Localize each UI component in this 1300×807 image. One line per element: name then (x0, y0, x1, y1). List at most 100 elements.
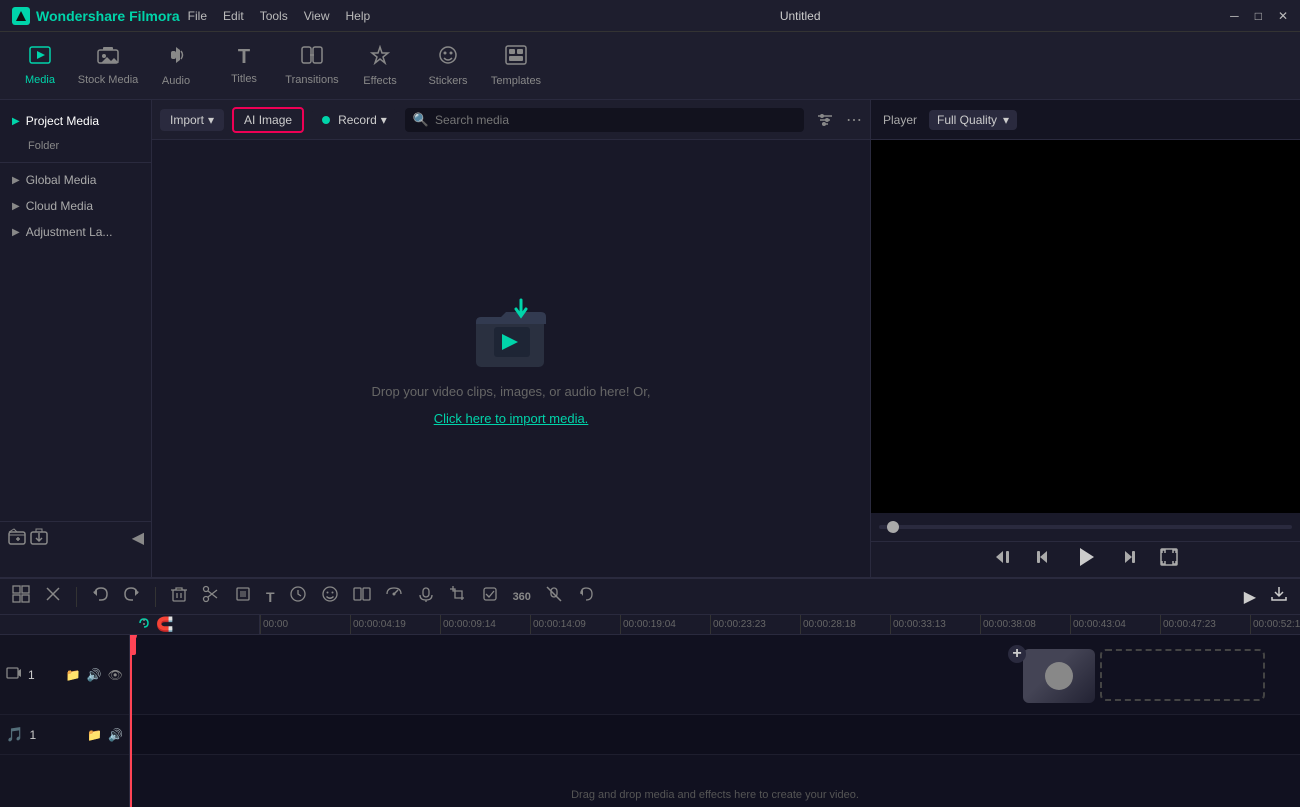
tl-scissors-btn[interactable] (198, 583, 224, 610)
tl-split-btn[interactable] (349, 583, 375, 610)
menu-view[interactable]: View (304, 9, 330, 23)
play-button[interactable] (1073, 544, 1099, 576)
media-filter-icon[interactable] (816, 111, 834, 129)
tl-cut-btn[interactable] (40, 583, 66, 610)
audio-track-folder-icon[interactable]: 📁 (87, 728, 102, 742)
skip-back-button[interactable] (993, 547, 1013, 572)
menu-tools[interactable]: Tools (260, 9, 288, 23)
sidebar-item-adjustment-layer[interactable]: ▶ Adjustment La... (0, 219, 151, 245)
sidebar: ▶ Project Media Folder ▶ Global Media ▶ … (0, 100, 152, 577)
record-dot (322, 116, 330, 124)
sidebar-item-folder[interactable]: Folder (0, 134, 151, 158)
sidebar-global-media-label: Global Media (26, 173, 97, 187)
toolbar-effects-label: Effects (363, 75, 396, 87)
video-track-speaker-icon[interactable]: 🔊 (87, 668, 102, 682)
minimize-button[interactable]: ─ (1230, 9, 1239, 23)
toolbar-titles[interactable]: T Titles (212, 38, 276, 94)
fullscreen-button[interactable] (1159, 547, 1179, 572)
scrubber-thumb[interactable] (887, 521, 899, 533)
sidebar-collapse-btn[interactable]: ◀ (132, 528, 144, 551)
sidebar-add-folder-btn[interactable] (8, 528, 26, 551)
tl-undo-btn[interactable] (87, 583, 113, 610)
toolbar-stock-media[interactable]: Stock Media (76, 38, 140, 94)
audio-icon (166, 45, 186, 71)
sidebar-sep-1 (0, 162, 151, 163)
menu-help[interactable]: Help (346, 9, 371, 23)
scrubber-bar[interactable] (879, 525, 1292, 529)
toolbar-audio[interactable]: Audio (144, 38, 208, 94)
stock-media-icon (97, 46, 119, 70)
drop-zone[interactable] (1100, 649, 1265, 701)
timeline-magnet-btn[interactable]: 🧲 (156, 616, 173, 633)
import-link-text[interactable]: Click here to import media. (434, 411, 589, 426)
toolbar-templates[interactable]: Templates (484, 38, 548, 94)
toolbar-media[interactable]: Media (8, 38, 72, 94)
tl-grid-btn[interactable] (8, 583, 34, 610)
adjustment-arrow: ▶ (12, 227, 20, 238)
tl-play-btn[interactable]: ▶ (1240, 585, 1260, 609)
import-link[interactable]: Click here to import media. (434, 411, 589, 426)
tl-loop-btn[interactable] (573, 583, 599, 610)
tl-text-btn[interactable]: T (262, 587, 279, 607)
audio-track-speaker-icon[interactable]: 🔊 (108, 728, 123, 742)
tl-emoji-btn[interactable] (317, 583, 343, 610)
search-bar[interactable]: 🔍 (405, 108, 804, 132)
record-label: Record (338, 113, 377, 127)
record-chevron: ▾ (381, 113, 387, 127)
timeline-link-btn[interactable] (136, 615, 152, 634)
window-title: Untitled (780, 9, 821, 23)
media-drop-zone[interactable]: Drop your video clips, images, or audio … (152, 140, 870, 577)
video-track-eye-icon[interactable]: 👁 (108, 668, 123, 682)
sidebar-item-project-media[interactable]: ▶ Project Media (0, 108, 151, 134)
import-button[interactable]: Import ▾ (160, 109, 224, 131)
menu-edit[interactable]: Edit (223, 9, 244, 23)
arrow-icon: ▶ (12, 116, 20, 127)
stickers-icon (437, 45, 459, 71)
playhead[interactable] (130, 635, 132, 807)
tl-360-btn[interactable]: 360 (509, 589, 535, 605)
record-button[interactable]: Record ▾ (312, 109, 397, 131)
tl-speed-btn[interactable] (381, 583, 407, 610)
tracks-right[interactable]: + Drag and drop media and effects here t… (130, 635, 1300, 807)
add-media-btn[interactable]: + (1008, 645, 1026, 663)
drop-message: Drop your video clips, images, or audio … (372, 384, 651, 399)
timeline-tracks: 1 📁 🔊 👁 🎵 1 📁 🔊 (0, 635, 1300, 807)
sidebar-import-btn[interactable] (30, 528, 48, 551)
drag-hint-text: Drag and drop media and effects here to … (571, 789, 859, 801)
sidebar-item-cloud-media[interactable]: ▶ Cloud Media (0, 193, 151, 219)
audio-track-label: 🎵 1 📁 🔊 (0, 715, 129, 755)
tl-clock-btn[interactable] (285, 583, 311, 610)
ruler-mark-6: 00:00:28:18 (800, 615, 890, 635)
search-input[interactable] (435, 113, 796, 127)
audio-track-right[interactable] (130, 715, 1300, 755)
tl-crop-btn[interactable] (445, 583, 471, 610)
menu-file[interactable]: File (188, 9, 207, 23)
ai-image-label: AI Image (244, 113, 292, 127)
ai-image-button[interactable]: AI Image (232, 107, 304, 133)
player-scrubber[interactable] (871, 513, 1300, 541)
tl-silence-btn[interactable] (541, 583, 567, 610)
logo-icon (12, 7, 30, 25)
media-area: Import ▾ AI Image Record ▾ 🔍 ⋯ (152, 100, 870, 577)
quality-select[interactable]: Full Quality ▾ (929, 110, 1017, 130)
tl-redo-btn[interactable] (119, 583, 145, 610)
tl-transform-btn[interactable] (230, 583, 256, 610)
tl-stabilize-btn[interactable] (477, 583, 503, 610)
step-forward-button[interactable] (1119, 547, 1139, 572)
toolbar-stickers[interactable]: Stickers (416, 38, 480, 94)
video-track-right[interactable]: + (130, 635, 1300, 715)
tl-audio-btn[interactable] (413, 583, 439, 610)
tl-delete-btn[interactable] (166, 583, 192, 610)
media-more-icon[interactable]: ⋯ (846, 110, 862, 130)
video-track-folder-icon[interactable]: 📁 (66, 668, 81, 682)
maximize-button[interactable]: □ (1255, 9, 1262, 23)
toolbar-stock-media-label: Stock Media (78, 74, 139, 86)
toolbar-transitions[interactable]: Transitions (280, 38, 344, 94)
sidebar-item-global-media[interactable]: ▶ Global Media (0, 167, 151, 193)
close-button[interactable]: ✕ (1278, 9, 1288, 23)
step-back-button[interactable] (1033, 547, 1053, 572)
tl-export-btn[interactable] (1266, 583, 1292, 610)
player-label: Player (883, 113, 917, 127)
main-content: ▶ Project Media Folder ▶ Global Media ▶ … (0, 100, 1300, 577)
toolbar-effects[interactable]: Effects (348, 38, 412, 94)
